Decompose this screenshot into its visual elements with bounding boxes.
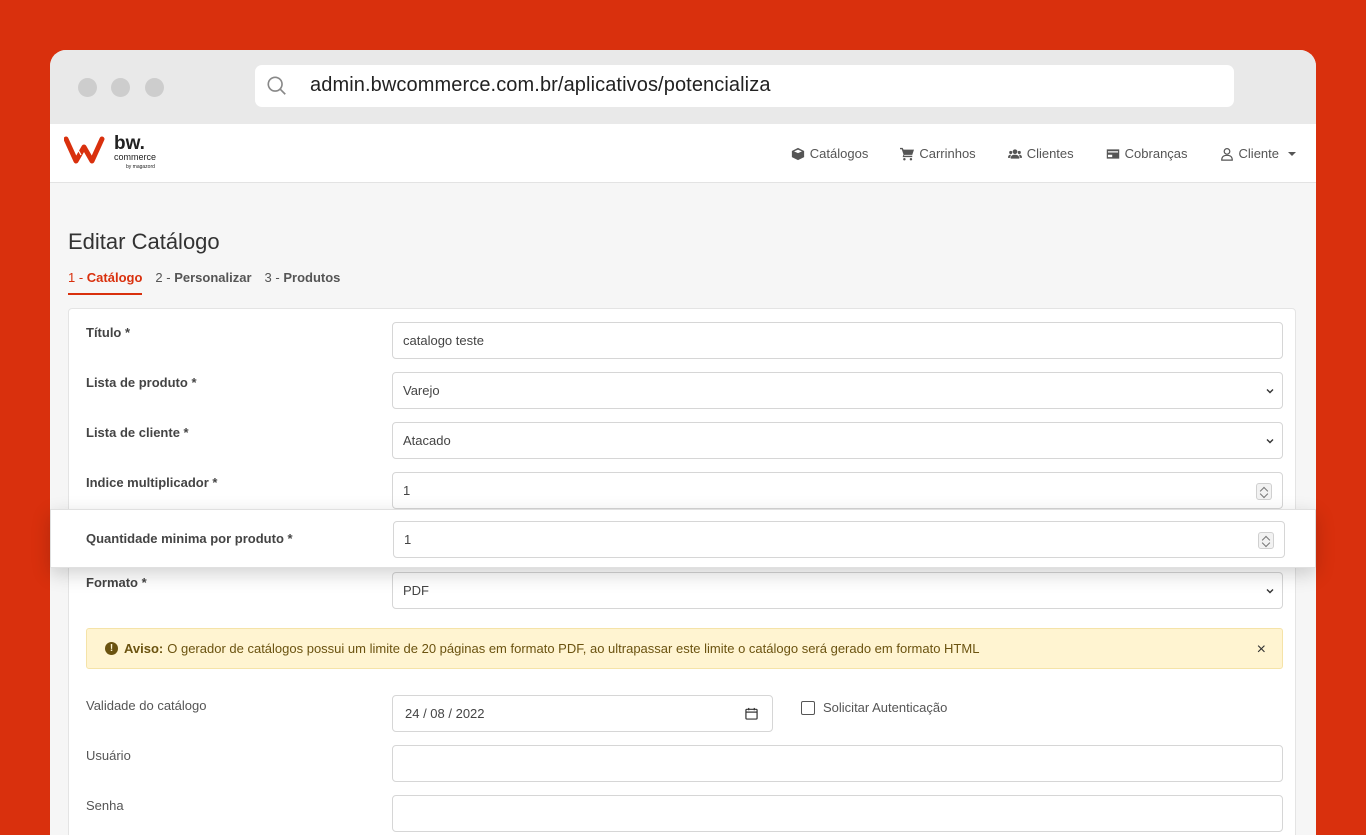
address-url[interactable]: admin.bwcommerce.com.br/aplicativos/pote… <box>310 74 771 97</box>
step-tabs: 1 - Catálogo 2 - Personalizar 3 - Produt… <box>68 270 340 295</box>
senha-label: Senha <box>86 798 124 813</box>
pdf-limit-alert: ! Aviso: O gerador de catálogos possui u… <box>86 628 1283 669</box>
tab-personalizar[interactable]: 2 - Personalizar <box>155 270 251 295</box>
browser-chrome: admin.bwcommerce.com.br/aplicativos/pote… <box>50 50 1316 124</box>
page-title: Editar Catálogo <box>68 229 220 254</box>
users-icon <box>1007 148 1022 159</box>
quantidade-value: 1 <box>404 532 412 547</box>
chevron-down-icon <box>1266 589 1274 594</box>
usuario-input[interactable] <box>392 745 1283 782</box>
number-spinner-icon[interactable] <box>1256 483 1272 500</box>
validade-label: Validade do catálogo <box>86 698 207 713</box>
indice-label: Indice multiplicador * <box>86 475 218 490</box>
number-spinner-icon[interactable] <box>1258 532 1274 549</box>
logo-brand-text: bw. <box>114 133 145 154</box>
nav-carrinhos[interactable]: Carrinhos <box>900 146 976 161</box>
chevron-down-icon <box>1266 439 1274 444</box>
lista-produto-label: Lista de produto * <box>86 375 197 390</box>
titulo-label: Título * <box>86 325 131 340</box>
bw-commerce-logo[interactable]: bw. commerce by magazord <box>64 133 174 173</box>
tab-personalizar-label: Personalizar <box>174 270 252 285</box>
titulo-value: catalogo teste <box>403 333 484 348</box>
nav-cliente-dropdown[interactable]: Cliente <box>1220 146 1296 161</box>
lista-produto-select[interactable]: Varejo <box>392 372 1283 409</box>
address-bar[interactable]: admin.bwcommerce.com.br/aplicativos/pote… <box>255 65 1234 107</box>
calendar-icon[interactable] <box>745 707 758 720</box>
logo-sub-text: commerce <box>114 152 156 162</box>
lista-cliente-select[interactable]: Atacado <box>392 422 1283 459</box>
validade-date-input[interactable]: 24 / 08 / 2022 <box>392 695 773 732</box>
solicitar-autenticacao-checkbox[interactable]: Solicitar Autenticação <box>801 700 947 715</box>
quantidade-row-highlight: Quantidade minima por produto * 1 <box>50 509 1316 568</box>
logo-tag-text: by magazord <box>126 164 155 170</box>
nav-cobrancas-label: Cobranças <box>1124 146 1188 161</box>
indice-value: 1 <box>403 483 411 498</box>
nav-cliente-label: Cliente <box>1238 146 1279 161</box>
window-close-dot[interactable] <box>78 78 97 97</box>
nav-clientes[interactable]: Clientes <box>1007 146 1074 161</box>
nav-catalogos[interactable]: Catálogos <box>791 146 869 161</box>
tab-produtos[interactable]: 3 - Produtos <box>265 270 341 295</box>
info-icon: ! <box>105 642 118 655</box>
tab-catalogo-num: 1 - <box>68 270 87 285</box>
tab-produtos-num: 3 - <box>264 270 284 285</box>
window-minimize-dot[interactable] <box>111 78 130 97</box>
nav-clientes-label: Clientes <box>1026 146 1074 161</box>
cube-icon <box>791 147 804 160</box>
card-icon <box>1106 148 1119 159</box>
nav-carrinhos-label: Carrinhos <box>919 146 976 161</box>
lista-cliente-label: Lista de cliente * <box>86 425 189 440</box>
chevron-down-icon <box>1266 389 1274 394</box>
nav-cobrancas[interactable]: Cobranças <box>1106 146 1188 161</box>
alert-title: Aviso: <box>124 641 164 656</box>
checkbox-box[interactable] <box>801 700 815 715</box>
main-nav: Catálogos Carrinhos Clientes Cobranças C… <box>791 124 1296 183</box>
caret-down-icon <box>1288 151 1296 156</box>
lista-produto-value: Varejo <box>403 383 440 398</box>
catalog-form-card: Título * catalogo teste Lista de produto… <box>68 308 1296 835</box>
nav-catalogos-label: Catálogos <box>809 146 869 161</box>
indice-input[interactable]: 1 <box>392 472 1283 509</box>
validade-value: 24 / 08 / 2022 <box>405 706 485 721</box>
senha-input[interactable] <box>392 795 1283 832</box>
tab-catalogo[interactable]: 1 - Catálogo <box>68 270 143 295</box>
quantidade-input[interactable]: 1 <box>393 521 1285 558</box>
tab-personalizar-num: 2 - <box>155 270 175 285</box>
autenticacao-label: Solicitar Autenticação <box>823 700 948 715</box>
formato-value: PDF <box>403 583 429 598</box>
tab-produtos-label: Produtos <box>283 270 341 285</box>
tab-catalogo-label: Catálogo <box>86 270 143 285</box>
formato-select[interactable]: PDF <box>392 572 1283 609</box>
titulo-input[interactable]: catalogo teste <box>392 322 1283 359</box>
lista-cliente-value: Atacado <box>403 433 451 448</box>
window-maximize-dot[interactable] <box>145 78 164 97</box>
close-icon[interactable]: × <box>1257 641 1266 659</box>
top-navbar: bw. commerce by magazord Catálogos Carri… <box>50 124 1316 183</box>
search-icon <box>267 76 286 95</box>
formato-label: Formato * <box>86 575 147 590</box>
usuario-label: Usuário <box>86 748 131 763</box>
browser-window: admin.bwcommerce.com.br/aplicativos/pote… <box>50 50 1316 835</box>
user-icon <box>1220 147 1233 161</box>
quantidade-label: Quantidade minima por produto * <box>86 531 293 546</box>
alert-text: O gerador de catálogos possui um limite … <box>167 641 980 656</box>
cart-icon <box>900 147 915 160</box>
